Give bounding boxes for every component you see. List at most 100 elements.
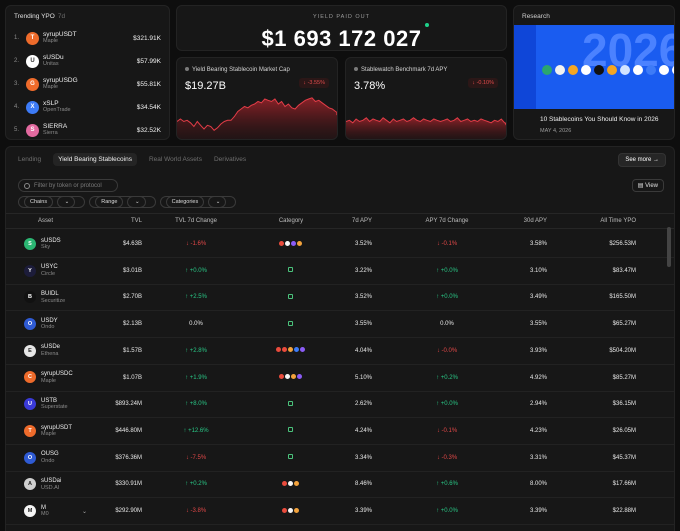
table-row[interactable]: O USDY Ondo $2.13B 0.0% 3.55% 0.0% 3.55% $65.27M [6, 311, 674, 339]
trending-item[interactable]: 3. GsyrupUSDG Maple $55.81K [14, 74, 161, 94]
category-tabs: Lending Yield Bearing Stablecoins Real Wor… [18, 153, 258, 166]
trending-item[interactable]: 1. TsyrupUSDT Maple $321.91K [14, 28, 161, 48]
tab-real-world-assets[interactable]: Real World Assets [149, 156, 202, 166]
asset-name: sUSDe Ethena [41, 344, 60, 357]
research-article-title[interactable]: 10 Stablecoins You Should Know in 2026 [540, 116, 659, 123]
tvl-change: ↑ +12.6% [166, 428, 226, 434]
category-icon [294, 480, 299, 486]
search-input[interactable]: Filter by token or protocol [18, 179, 118, 192]
tab-yield-bearing-stablecoins[interactable]: Yield Bearing Stablecoins [53, 153, 137, 166]
category-dots [279, 374, 303, 379]
table-row[interactable]: TsyrupUSDT Maple $446.80M ↑ +12.6% 4.24% ↓ -0… [6, 418, 674, 445]
filter-chains[interactable]: Chains ⌄ [18, 196, 86, 208]
category-dots [279, 240, 303, 246]
category-dots [282, 507, 300, 513]
column-header-7d-apy[interactable]: 7d APY [324, 218, 372, 224]
all-time-ypo-text: $256.53M [609, 241, 636, 247]
filter-bar: Chains ⌄ Range ⌄ Categories ⌄ [18, 196, 240, 208]
column-header-all-time-ypo[interactable]: All Time YPO [576, 218, 636, 224]
chevron-down-icon: ⌄ [127, 196, 146, 208]
category-dots [288, 427, 294, 433]
asset-icon: Y [24, 264, 36, 277]
asset-cell[interactable]: M M M0 [24, 505, 49, 518]
trending-item[interactable]: 2. UsUSDu Unitas $57.99K [14, 51, 161, 71]
bullet-icon [354, 67, 358, 71]
token-icon: U [26, 54, 39, 68]
category-icon [297, 240, 302, 246]
coin-logo-icon [594, 65, 604, 75]
asset-cell[interactable]: SsUSDS Sky [24, 238, 61, 251]
tvl-change-text: +0.2% [189, 481, 207, 488]
research-card[interactable]: Research 2026 10 Stablecoins You Should … [513, 5, 675, 140]
category-icon [282, 507, 287, 513]
column-header-30d-apy[interactable]: 30d APY [501, 218, 547, 224]
category-icons [261, 507, 321, 515]
tvl-change-text: -3.8% [190, 508, 207, 514]
benchmark-card[interactable]: Stablewatch Benchmark 7d APY 3.78% ↓ -0.… [345, 57, 507, 140]
all-time-ypo: $45.37M [576, 455, 636, 461]
see-more-button[interactable]: See more → [618, 153, 666, 167]
asset-cell[interactable]: TsyrupUSDT Maple [24, 425, 72, 438]
apy-change-text: +0.0% [440, 401, 458, 408]
trending-value: $32.52K [136, 126, 161, 134]
tab-lending[interactable]: Lending [18, 156, 41, 166]
research-article-image[interactable]: 2026 [514, 25, 674, 109]
expand-chevron-icon[interactable]: ⌄ [82, 508, 87, 515]
asset-name: USTB Superstate [41, 398, 68, 411]
column-header-tvl[interactable]: TVL [106, 218, 142, 224]
asset-issuer: Sky [41, 244, 51, 251]
category-icons [261, 427, 321, 434]
asset-issuer: Ondo [41, 324, 55, 331]
category-icon [288, 267, 293, 273]
table-row[interactable]: O OUSG Ondo $376.36M ↓ -7.5% 3.34% ↓ -0.3% 3.31… [6, 445, 674, 472]
column-header-tvl-7d-change[interactable]: TVL 7d Change [166, 218, 226, 224]
table-row[interactable]: B BUIDL Securitize $2.70B ↑ +2.5% 3.52% ↑ +0.0… [6, 284, 674, 312]
table-row[interactable]: SsUSDS Sky $4.63B ↓ -1.6% 3.52% ↓ -0.1% 3.58% $… [6, 231, 674, 258]
category-icon [294, 347, 299, 353]
asset-cell[interactable]: Y USYC Circle [24, 264, 58, 277]
column-header-category[interactable]: Category [261, 218, 321, 224]
filter-categories[interactable]: Categories ⌄ [159, 196, 237, 208]
asset-cell[interactable]: O USDY Ondo [24, 318, 58, 331]
table-row[interactable]: EsUSDe Ethena $1.57B ↑ +2.8% 4.04% ↓ -0.0% 3.9… [6, 338, 674, 365]
all-time-ypo: $22.88M [576, 508, 636, 514]
filter-range[interactable]: Range ⌄ [89, 196, 156, 208]
apy-change-text: +0.2% [440, 374, 458, 381]
apy-change-text: -0.3% [441, 454, 458, 461]
table-row[interactable]: AsUSDai USD.AI $330.91M ↑ +0.2% 8.46% ↑ +0.6%… [6, 471, 674, 499]
table-scrollbar[interactable] [667, 227, 671, 267]
trending-value: $321.91K [133, 34, 161, 42]
all-time-ypo: $36.15M [576, 401, 636, 407]
asset-symbol: sUSDe [41, 344, 61, 351]
column-header-asset[interactable]: Asset [38, 218, 98, 224]
apy-30d-text: 3.93% [529, 347, 547, 354]
asset-cell[interactable]: EsUSDe Ethena [24, 344, 60, 357]
table-row[interactable]: Y USYC Circle $3.01B ↑ +0.0% 3.22% ↑ +0.0% 3.10… [6, 258, 674, 285]
table-row[interactable]: M M M0 $292.90M ↓ -3.8% 3.39% ↑ +0.0% 3.39% $22.… [6, 498, 674, 525]
filter-label: Categories [165, 196, 205, 208]
trending-item[interactable]: 5. S SIERRA Sierra $32.52K [14, 120, 161, 139]
category-icon [291, 240, 296, 246]
asset-cell[interactable]: U USTB Superstate [24, 398, 68, 411]
asset-name: syrupUSDC Maple [41, 371, 73, 384]
apy-7d-text: 5.10% [354, 374, 372, 381]
asset-cell[interactable]: O OUSG Ondo [24, 451, 59, 464]
category-icon [282, 480, 287, 486]
asset-cell[interactable]: B BUIDL Securitize [24, 291, 65, 304]
tab-derivatives[interactable]: Derivatives [214, 156, 246, 166]
asset-cell[interactable]: AsUSDai USD.AI [24, 478, 61, 491]
yield-paid-card: YIELD PAID OUT $1 693 172 027 [176, 5, 507, 51]
asset-cell[interactable]: CsyrupUSDC Maple [24, 371, 73, 384]
bullet-icon [185, 67, 189, 71]
view-button[interactable]: ▤ View [631, 179, 664, 192]
apy-30d: 3.31% [501, 455, 547, 461]
apy-7d-text: 3.22% [354, 267, 372, 274]
apy-7d: 3.39% [324, 508, 372, 514]
apy-change-text: +0.0% [440, 267, 458, 274]
column-header-apy-7d-change[interactable]: APY 7d Change [411, 218, 483, 224]
trending-item[interactable]: 4. XxSLP OpenTrade $34.54K [14, 97, 161, 117]
table-row[interactable]: U USTB Superstate $893.24M ↑ +8.0% 2.62% ↑ +0.… [6, 391, 674, 419]
apy-change: ↓ -0.3% [411, 455, 483, 461]
market-cap-card[interactable]: Yield Bearing Stablecoin Market Cap $19.… [176, 57, 338, 140]
table-row[interactable]: CsyrupUSDC Maple $1.07B ↑ +1.9% 5.10% ↑ +0.2%… [6, 365, 674, 392]
